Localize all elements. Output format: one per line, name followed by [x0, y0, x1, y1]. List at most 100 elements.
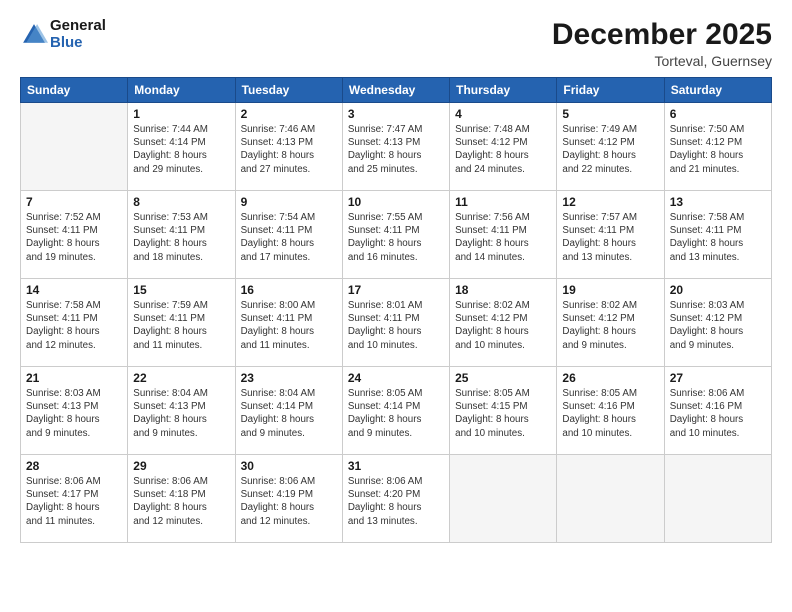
col-sunday: Sunday	[21, 78, 128, 103]
day-info: Sunrise: 8:06 AMSunset: 4:19 PMDaylight:…	[241, 475, 337, 528]
day-number: 28	[26, 459, 122, 473]
day-info: Sunrise: 7:57 AMSunset: 4:11 PMDaylight:…	[562, 211, 658, 264]
table-row: 6 Sunrise: 7:50 AMSunset: 4:12 PMDaylight…	[664, 103, 771, 191]
day-number: 8	[133, 195, 229, 209]
table-row	[557, 455, 664, 543]
logo-text: General Blue	[50, 18, 106, 51]
calendar: Sunday Monday Tuesday Wednesday Thursday…	[20, 77, 772, 543]
table-row: 14Sunrise: 7:58 AMSunset: 4:11 PMDayligh…	[21, 279, 128, 367]
day-number: 13	[670, 195, 766, 209]
table-row: 10Sunrise: 7:55 AMSunset: 4:11 PMDayligh…	[342, 191, 449, 279]
day-number: 9	[241, 195, 337, 209]
day-number: 27	[670, 371, 766, 385]
day-number: 7	[26, 195, 122, 209]
day-info: Sunrise: 7:58 AMSunset: 4:11 PMDaylight:…	[670, 211, 766, 264]
table-row: 2 Sunrise: 7:46 AMSunset: 4:13 PMDaylight…	[235, 103, 342, 191]
day-number: 30	[241, 459, 337, 473]
table-row	[664, 455, 771, 543]
day-info: Sunrise: 8:03 AMSunset: 4:13 PMDaylight:…	[26, 387, 122, 440]
table-row: 15Sunrise: 7:59 AMSunset: 4:11 PMDayligh…	[128, 279, 235, 367]
col-wednesday: Wednesday	[342, 78, 449, 103]
day-number: 25	[455, 371, 551, 385]
day-number: 1	[133, 107, 229, 121]
day-info: Sunrise: 7:47 AMSunset: 4:13 PMDaylight:…	[348, 123, 444, 176]
table-row: 20Sunrise: 8:03 AMSunset: 4:12 PMDayligh…	[664, 279, 771, 367]
table-row: 11 Sunrise: 7:56 AMSunset: 4:11 PMDayligh…	[450, 191, 557, 279]
day-number: 21	[26, 371, 122, 385]
day-number: 22	[133, 371, 229, 385]
day-info: Sunrise: 7:59 AMSunset: 4:11 PMDaylight:…	[133, 299, 229, 352]
day-info: Sunrise: 7:55 AMSunset: 4:11 PMDaylight:…	[348, 211, 444, 264]
table-row: 8 Sunrise: 7:53 AMSunset: 4:11 PMDaylight…	[128, 191, 235, 279]
day-number: 23	[241, 371, 337, 385]
title-block: December 2025 Torteval, Guernsey	[552, 18, 772, 69]
table-row: 19 Sunrise: 8:02 AMSunset: 4:12 PMDayligh…	[557, 279, 664, 367]
col-friday: Friday	[557, 78, 664, 103]
table-row: 24Sunrise: 8:05 AMSunset: 4:14 PMDayligh…	[342, 367, 449, 455]
table-row: 3 Sunrise: 7:47 AMSunset: 4:13 PMDaylight…	[342, 103, 449, 191]
table-row: 23Sunrise: 8:04 AMSunset: 4:14 PMDayligh…	[235, 367, 342, 455]
day-info: Sunrise: 7:58 AMSunset: 4:11 PMDaylight:…	[26, 299, 122, 352]
day-info: Sunrise: 7:54 AMSunset: 4:11 PMDaylight:…	[241, 211, 337, 264]
table-row: 16Sunrise: 8:00 AMSunset: 4:11 PMDayligh…	[235, 279, 342, 367]
table-row: 1 Sunrise: 7:44 AMSunset: 4:14 PMDaylight…	[128, 103, 235, 191]
col-thursday: Thursday	[450, 78, 557, 103]
day-number: 2	[241, 107, 337, 121]
table-row: 9 Sunrise: 7:54 AMSunset: 4:11 PMDaylight…	[235, 191, 342, 279]
day-number: 24	[348, 371, 444, 385]
table-row: 21 Sunrise: 8:03 AMSunset: 4:13 PMDayligh…	[21, 367, 128, 455]
day-number: 6	[670, 107, 766, 121]
day-number: 11	[455, 195, 551, 209]
day-number: 29	[133, 459, 229, 473]
day-info: Sunrise: 8:06 AMSunset: 4:18 PMDaylight:…	[133, 475, 229, 528]
day-info: Sunrise: 8:02 AMSunset: 4:12 PMDaylight:…	[562, 299, 658, 352]
month-title: December 2025	[552, 18, 772, 51]
day-number: 5	[562, 107, 658, 121]
day-info: Sunrise: 7:48 AMSunset: 4:12 PMDaylight:…	[455, 123, 551, 176]
calendar-week-row: 7Sunrise: 7:52 AMSunset: 4:11 PMDaylight…	[21, 191, 772, 279]
day-number: 20	[670, 283, 766, 297]
table-row: 12Sunrise: 7:57 AMSunset: 4:11 PMDayligh…	[557, 191, 664, 279]
day-info: Sunrise: 8:06 AMSunset: 4:17 PMDaylight:…	[26, 475, 122, 528]
day-info: Sunrise: 8:06 AMSunset: 4:20 PMDaylight:…	[348, 475, 444, 528]
table-row: 5 Sunrise: 7:49 AMSunset: 4:12 PMDaylight…	[557, 103, 664, 191]
table-row: 7Sunrise: 7:52 AMSunset: 4:11 PMDaylight…	[21, 191, 128, 279]
location: Torteval, Guernsey	[552, 53, 772, 69]
col-saturday: Saturday	[664, 78, 771, 103]
day-info: Sunrise: 8:00 AMSunset: 4:11 PMDaylight:…	[241, 299, 337, 352]
table-row: 29 Sunrise: 8:06 AMSunset: 4:18 PMDayligh…	[128, 455, 235, 543]
table-row: 28 Sunrise: 8:06 AMSunset: 4:17 PMDayligh…	[21, 455, 128, 543]
day-number: 26	[562, 371, 658, 385]
day-info: Sunrise: 7:44 AMSunset: 4:14 PMDaylight:…	[133, 123, 229, 176]
page: General Blue December 2025 Torteval, Gue…	[0, 0, 792, 612]
table-row: 30 Sunrise: 8:06 AMSunset: 4:19 PMDayligh…	[235, 455, 342, 543]
table-row: 25Sunrise: 8:05 AMSunset: 4:15 PMDayligh…	[450, 367, 557, 455]
day-number: 17	[348, 283, 444, 297]
col-monday: Monday	[128, 78, 235, 103]
day-info: Sunrise: 7:56 AMSunset: 4:11 PMDaylight:…	[455, 211, 551, 264]
table-row: 31 Sunrise: 8:06 AMSunset: 4:20 PMDayligh…	[342, 455, 449, 543]
day-info: Sunrise: 7:49 AMSunset: 4:12 PMDaylight:…	[562, 123, 658, 176]
calendar-week-row: 14Sunrise: 7:58 AMSunset: 4:11 PMDayligh…	[21, 279, 772, 367]
day-info: Sunrise: 8:01 AMSunset: 4:11 PMDaylight:…	[348, 299, 444, 352]
table-row: 22 Sunrise: 8:04 AMSunset: 4:13 PMDayligh…	[128, 367, 235, 455]
table-row: 17 Sunrise: 8:01 AMSunset: 4:11 PMDayligh…	[342, 279, 449, 367]
logo-icon	[20, 21, 48, 49]
day-number: 19	[562, 283, 658, 297]
calendar-week-row: 21 Sunrise: 8:03 AMSunset: 4:13 PMDayligh…	[21, 367, 772, 455]
table-row: 26Sunrise: 8:05 AMSunset: 4:16 PMDayligh…	[557, 367, 664, 455]
day-number: 3	[348, 107, 444, 121]
table-row	[21, 103, 128, 191]
day-info: Sunrise: 8:02 AMSunset: 4:12 PMDaylight:…	[455, 299, 551, 352]
day-info: Sunrise: 7:50 AMSunset: 4:12 PMDaylight:…	[670, 123, 766, 176]
day-info: Sunrise: 8:06 AMSunset: 4:16 PMDaylight:…	[670, 387, 766, 440]
calendar-header-row: Sunday Monday Tuesday Wednesday Thursday…	[21, 78, 772, 103]
calendar-week-row: 1 Sunrise: 7:44 AMSunset: 4:14 PMDaylight…	[21, 103, 772, 191]
day-info: Sunrise: 7:53 AMSunset: 4:11 PMDaylight:…	[133, 211, 229, 264]
table-row: 18Sunrise: 8:02 AMSunset: 4:12 PMDayligh…	[450, 279, 557, 367]
day-info: Sunrise: 7:46 AMSunset: 4:13 PMDaylight:…	[241, 123, 337, 176]
table-row: 4Sunrise: 7:48 AMSunset: 4:12 PMDaylight…	[450, 103, 557, 191]
day-number: 31	[348, 459, 444, 473]
table-row	[450, 455, 557, 543]
day-info: Sunrise: 8:04 AMSunset: 4:13 PMDaylight:…	[133, 387, 229, 440]
